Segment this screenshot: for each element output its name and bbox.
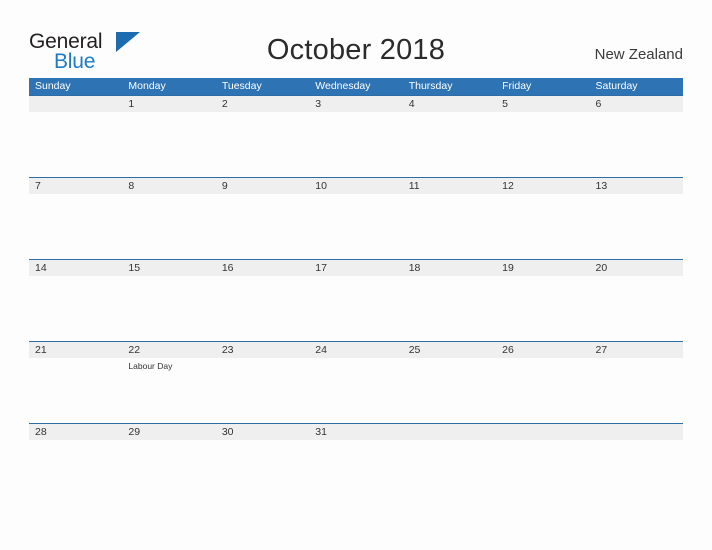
day-number[interactable]: 26	[496, 342, 589, 358]
day-number[interactable]: 30	[216, 424, 309, 440]
week-row: 7 8 9 10 11 12 13	[29, 177, 683, 259]
weekday-friday: Friday	[502, 80, 532, 92]
day-cell[interactable]	[216, 112, 309, 177]
day-number[interactable]: 9	[216, 178, 309, 194]
day-cell[interactable]	[29, 112, 122, 177]
day-cell[interactable]	[216, 194, 309, 259]
day-cell[interactable]	[309, 358, 402, 423]
day-number[interactable]: 1	[122, 96, 215, 112]
day-cell[interactable]	[496, 112, 589, 177]
week-number-band: 14 15 16 17 18 19 20	[29, 260, 683, 276]
weekday-header-row: Sunday Monday Tuesday Wednesday Thursday…	[29, 78, 683, 95]
day-cell[interactable]	[403, 358, 496, 423]
day-number[interactable]	[29, 96, 122, 112]
day-number[interactable]: 31	[309, 424, 402, 440]
day-event: Labour Day	[128, 361, 173, 371]
day-cell[interactable]	[590, 440, 683, 505]
day-number[interactable]: 2	[216, 96, 309, 112]
day-cell[interactable]	[496, 358, 589, 423]
day-number[interactable]: 11	[403, 178, 496, 194]
day-number[interactable]: 27	[590, 342, 683, 358]
week-event-band	[29, 112, 683, 177]
week-number-band: 7 8 9 10 11 12 13	[29, 178, 683, 194]
day-number[interactable]: 21	[29, 342, 122, 358]
day-cell[interactable]	[216, 276, 309, 341]
day-number[interactable]	[590, 424, 683, 440]
day-number[interactable]: 28	[29, 424, 122, 440]
weekday-monday: Monday	[128, 80, 166, 92]
day-cell[interactable]	[122, 112, 215, 177]
week-event-band	[29, 194, 683, 259]
region-label: New Zealand	[594, 46, 683, 63]
week-row: 14 15 16 17 18 19 20	[29, 259, 683, 341]
day-number[interactable]: 25	[403, 342, 496, 358]
day-number[interactable]: 7	[29, 178, 122, 194]
week-number-band: 1 2 3 4 5 6	[29, 96, 683, 112]
week-event-band	[29, 440, 683, 505]
day-number[interactable]: 8	[122, 178, 215, 194]
day-cell[interactable]	[590, 358, 683, 423]
day-cell[interactable]	[29, 440, 122, 505]
day-cell[interactable]	[29, 276, 122, 341]
day-number[interactable]: 5	[496, 96, 589, 112]
day-number[interactable]	[496, 424, 589, 440]
day-number[interactable]: 29	[122, 424, 215, 440]
day-number[interactable]: 20	[590, 260, 683, 276]
day-cell[interactable]	[403, 276, 496, 341]
day-cell[interactable]	[496, 276, 589, 341]
week-row: 28 29 30 31	[29, 423, 683, 505]
day-cell[interactable]	[309, 112, 402, 177]
day-cell[interactable]	[590, 276, 683, 341]
day-number[interactable]: 4	[403, 96, 496, 112]
day-cell[interactable]	[403, 194, 496, 259]
day-cell[interactable]	[309, 194, 402, 259]
day-number[interactable]: 17	[309, 260, 402, 276]
weekday-wednesday: Wednesday	[315, 80, 371, 92]
weekday-tuesday: Tuesday	[221, 80, 262, 92]
day-number[interactable]: 6	[590, 96, 683, 112]
day-number[interactable]: 12	[496, 178, 589, 194]
day-cell[interactable]	[122, 440, 215, 505]
day-cell[interactable]	[29, 194, 122, 259]
week-row: 21 22 23 24 25 26 27 Labour Day	[29, 341, 683, 423]
day-cell[interactable]	[590, 194, 683, 259]
day-number[interactable]: 23	[216, 342, 309, 358]
day-cell[interactable]	[309, 276, 402, 341]
week-event-band	[29, 276, 683, 341]
weekday-saturday: Saturday	[595, 80, 638, 92]
weekday-sunday: Sunday	[35, 80, 71, 92]
day-cell[interactable]: Labour Day	[122, 358, 215, 423]
day-number[interactable]: 15	[122, 260, 215, 276]
calendar-page: General Blue October 2018 New Zealand Su…	[0, 0, 712, 550]
day-cell[interactable]	[496, 194, 589, 259]
day-cell[interactable]	[403, 440, 496, 505]
week-number-band: 28 29 30 31	[29, 424, 683, 440]
day-cell[interactable]	[29, 358, 122, 423]
day-number[interactable]	[403, 424, 496, 440]
day-number[interactable]: 19	[496, 260, 589, 276]
day-cell[interactable]	[216, 440, 309, 505]
day-cell[interactable]	[590, 112, 683, 177]
week-event-band: Labour Day	[29, 358, 683, 423]
day-cell[interactable]	[216, 358, 309, 423]
day-number[interactable]: 14	[29, 260, 122, 276]
week-row: 1 2 3 4 5 6	[29, 95, 683, 177]
weekday-thursday: Thursday	[408, 80, 453, 92]
day-number[interactable]: 16	[216, 260, 309, 276]
day-cell[interactable]	[309, 440, 402, 505]
day-number[interactable]: 13	[590, 178, 683, 194]
day-cell[interactable]	[122, 276, 215, 341]
day-number[interactable]: 22	[122, 342, 215, 358]
day-number[interactable]: 18	[403, 260, 496, 276]
week-number-band: 21 22 23 24 25 26 27	[29, 342, 683, 358]
day-number[interactable]: 3	[309, 96, 402, 112]
day-cell[interactable]	[122, 194, 215, 259]
page-header: General Blue October 2018 New Zealand	[0, 0, 712, 78]
day-cell[interactable]	[403, 112, 496, 177]
day-number[interactable]: 24	[309, 342, 402, 358]
day-cell[interactable]	[496, 440, 589, 505]
calendar-grid: Sunday Monday Tuesday Wednesday Thursday…	[29, 78, 683, 505]
day-number[interactable]: 10	[309, 178, 402, 194]
